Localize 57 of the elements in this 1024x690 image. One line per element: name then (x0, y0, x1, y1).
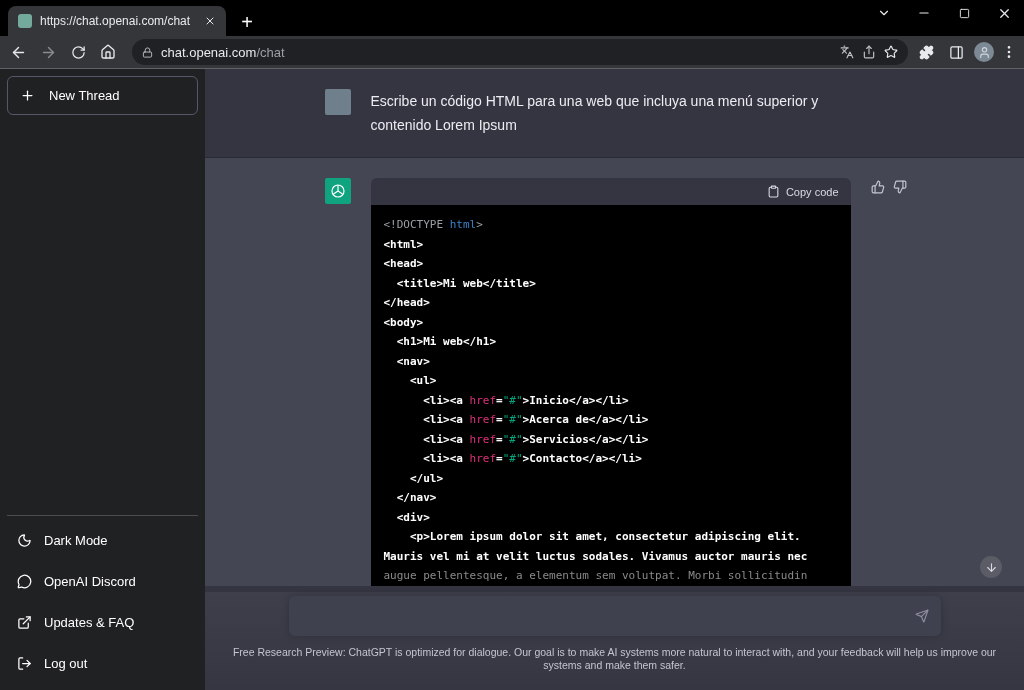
share-icon[interactable] (862, 45, 876, 59)
code-line: <div> (395, 509, 431, 526)
code-line: <body> (383, 314, 425, 331)
thumbs-down-icon[interactable] (892, 180, 907, 194)
logout-icon (17, 656, 32, 671)
code-line: <li><a href="#">Contacto</a></li> (422, 451, 643, 467)
code-line: </head> (383, 295, 431, 311)
moon-icon (17, 533, 32, 548)
code-line: <html> (383, 236, 425, 253)
code-line: <nav> (395, 353, 431, 370)
chat-bubble-icon (17, 574, 32, 589)
profile-avatar[interactable] (974, 42, 994, 62)
plus-icon (20, 88, 35, 103)
code-line: </ul> (409, 470, 445, 487)
reload-icon (70, 44, 86, 60)
puzzle-icon (918, 44, 934, 60)
code-line: <h1>Mi web</h1> (395, 334, 498, 350)
sidebar-item[interactable]: Log out (7, 643, 198, 684)
home-icon (100, 44, 116, 60)
maximize-icon (958, 7, 970, 19)
side-panel-icon (948, 44, 964, 60)
user-avatar (324, 89, 351, 115)
code-line: <head> (383, 256, 425, 272)
sidebar-item[interactable]: Dark Mode (7, 520, 198, 561)
browser-tab[interactable]: https://chat.openai.com/chat (8, 6, 226, 36)
send-icon[interactable] (914, 609, 929, 623)
external-link-icon (17, 615, 32, 630)
code-line: </nav> (395, 490, 438, 506)
lock-icon (142, 46, 153, 58)
sidebar-item[interactable]: Updates & FAQ (7, 602, 198, 643)
message-input[interactable] (288, 596, 941, 636)
code-line: <li><a href="#">Inicio</a></li> (422, 392, 630, 409)
footer-text: Free Research Preview: ChatGPT is optimized for dialogue. Our goal is to make AI systems more natural to interact with, and your feedback will help us improve our systems and make them safer. (231, 646, 998, 672)
sidebar-item[interactable]: OpenAI Discord (7, 561, 198, 602)
user-message: Escribe un código HTML para una web que incluya una menú superior y contenido Lorem Ipsum (370, 92, 820, 135)
close-icon[interactable] (204, 15, 216, 27)
code-line: <li><a href="#">Acerca de</a></li> (422, 412, 650, 428)
code-line: <li><a href="#">Servicios</a></li> (422, 431, 650, 448)
copy-code-button[interactable]: Copy code (766, 185, 839, 198)
code-line: Mauris vel mi at velit luctus sodales. Vivamus auctor mauris nec (383, 548, 809, 565)
url-text: chat.openai.com/chat (161, 44, 286, 60)
code-line: <title>Mi web</title> (395, 275, 537, 292)
person-silhouette-icon (977, 45, 991, 59)
thumbs-up-icon[interactable] (870, 180, 885, 194)
code-line: augue pellentesque, a elementum sem volutpat. Morbi sollicitudin (383, 568, 809, 584)
code-line: <!DOCTYPE html> (383, 217, 484, 233)
arrow-down-icon (984, 560, 998, 574)
clipboard-icon (766, 185, 780, 198)
code-line: <p>Lorem ipsum dolor sit amet, consectetur adipiscing elit. (409, 529, 802, 545)
new-tab-button[interactable]: + (234, 8, 260, 36)
new-thread-button[interactable]: New Thread (7, 76, 198, 115)
tab-title: https://chat.openai.com/chat (40, 14, 192, 28)
star-icon[interactable] (884, 45, 898, 59)
site-icon (18, 14, 32, 28)
address-bar[interactable]: chat.openai.com/chat (132, 39, 908, 65)
translate-icon[interactable] (840, 45, 854, 59)
code-line: <ul> (409, 373, 438, 389)
